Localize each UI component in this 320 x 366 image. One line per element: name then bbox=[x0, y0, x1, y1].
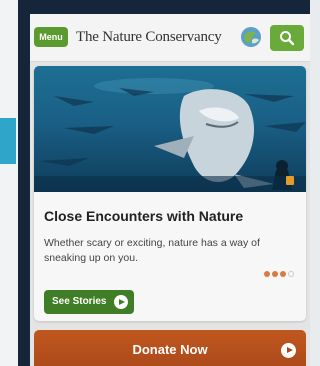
carousel-indicator[interactable] bbox=[264, 271, 294, 277]
feature-title[interactable]: Close Encounters with Nature bbox=[44, 208, 243, 224]
phone-frame: Menu The Nature Conservancy Close Encoun… bbox=[18, 0, 310, 366]
carousel-dot-4[interactable] bbox=[288, 271, 294, 277]
play-arrow-icon bbox=[114, 295, 128, 309]
globe-leaf-icon bbox=[241, 27, 261, 47]
photo-credit-badge[interactable] bbox=[286, 176, 294, 185]
brand-name[interactable]: The Nature Conservancy bbox=[76, 29, 222, 46]
feature-card: Close Encounters with Nature Whether sca… bbox=[34, 66, 306, 321]
site-header: Menu The Nature Conservancy bbox=[30, 14, 310, 62]
shark-scene bbox=[34, 78, 306, 192]
play-arrow-icon bbox=[281, 343, 296, 358]
search-icon bbox=[280, 31, 295, 46]
mobile-screen: Menu The Nature Conservancy Close Encoun… bbox=[30, 14, 310, 366]
see-stories-label: See Stories bbox=[52, 296, 107, 307]
see-stories-button[interactable]: See Stories bbox=[44, 290, 134, 314]
donate-now-label: Donate Now bbox=[132, 342, 208, 357]
donate-now-button[interactable]: Donate Now bbox=[34, 330, 306, 366]
carousel-dot-1[interactable] bbox=[264, 271, 270, 277]
menu-button[interactable]: Menu bbox=[34, 27, 68, 47]
side-tab[interactable] bbox=[0, 118, 16, 164]
background-panel bbox=[0, 0, 18, 366]
carousel-dot-3[interactable] bbox=[280, 271, 286, 277]
feature-description: Whether scary or exciting, nature has a … bbox=[44, 237, 260, 264]
carousel-dot-2[interactable] bbox=[272, 271, 278, 277]
hero-image-shark[interactable] bbox=[34, 66, 306, 192]
search-button[interactable] bbox=[270, 25, 304, 51]
